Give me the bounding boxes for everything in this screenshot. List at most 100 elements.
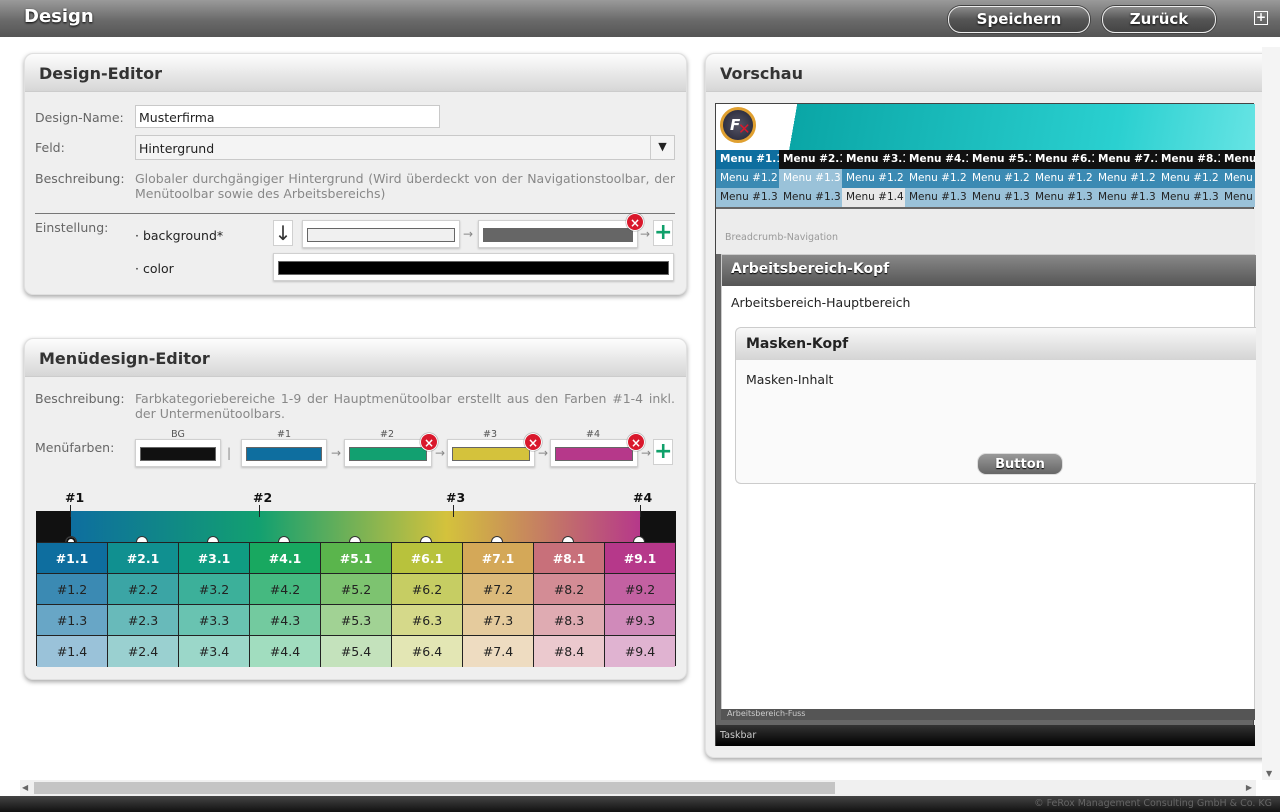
color-cell[interactable]: #2.2 [108, 574, 179, 605]
preview-menu-item[interactable]: Menu #1.2 [1031, 169, 1094, 188]
setting-label: Einstellung: [35, 220, 109, 235]
preview-menu-item[interactable]: Menu #5.1 [968, 150, 1031, 169]
menu-color-1[interactable] [241, 439, 327, 467]
preview-menu-item[interactable]: Menu #1.2 [842, 169, 905, 188]
menu-color-2[interactable] [344, 439, 432, 467]
preview-button[interactable]: Button [977, 453, 1063, 475]
preview-menu-item[interactable]: Menu #1.2 [905, 169, 968, 188]
color-cell[interactable]: #8.4 [534, 636, 605, 667]
preview-menu-item[interactable]: Menu #6.1 [1031, 150, 1094, 169]
add-color-icon[interactable]: + [653, 220, 673, 246]
color-cell[interactable]: #7.4 [463, 636, 534, 667]
preview-menu-item[interactable]: Menu #1.2 [968, 169, 1031, 188]
save-button[interactable]: Speichern [948, 6, 1090, 33]
color-cell[interactable]: #5.1 [321, 543, 392, 574]
color-cell[interactable]: #1.4 [37, 636, 108, 667]
color-cell[interactable]: #7.3 [463, 605, 534, 636]
preview-menu-item[interactable]: Menu #1.2 [716, 169, 779, 188]
color-cell[interactable]: #2.3 [108, 605, 179, 636]
vertical-scrollbar[interactable]: ▼ [1262, 47, 1280, 780]
marker-1[interactable]: #1 [65, 490, 84, 505]
color-cell[interactable]: #2.4 [108, 636, 179, 667]
scroll-right-icon[interactable]: ▶ [1246, 783, 1252, 792]
menu-desc-label: Beschreibung: [35, 391, 125, 406]
divider [35, 213, 675, 214]
color-cell[interactable]: #5.4 [321, 636, 392, 667]
color-cell[interactable]: #2.1 [108, 543, 179, 574]
color-cell[interactable]: #9.2 [605, 574, 675, 605]
design-name-input[interactable]: Musterfirma [135, 105, 440, 128]
menu-color-4[interactable] [550, 439, 638, 467]
color-cell[interactable]: #7.2 [463, 574, 534, 605]
preview-menu-item[interactable]: Menu #1.2 [1157, 169, 1220, 188]
color-cell[interactable]: #4.4 [250, 636, 321, 667]
background-color-2[interactable] [478, 220, 638, 248]
preview-menu-item[interactable]: Menu #1.3 [779, 188, 842, 207]
preview-menu-item[interactable]: Menu #1.2 [1094, 169, 1157, 188]
color-cell[interactable]: #9.4 [605, 636, 675, 667]
scroll-left-icon[interactable]: ◀ [22, 783, 28, 792]
color-cell[interactable]: #6.1 [392, 543, 463, 574]
preview-menu-item[interactable]: Menu #1.3 [968, 188, 1031, 207]
marker-2[interactable]: #2 [253, 490, 272, 505]
preview-menu-item[interactable]: Menu #4.1 [905, 150, 968, 169]
color-cell[interactable]: #6.4 [392, 636, 463, 667]
back-button[interactable]: Zurück [1102, 6, 1216, 33]
color-cell[interactable]: #3.4 [179, 636, 250, 667]
preview-menu-item[interactable]: Menu [1220, 150, 1255, 169]
preview-menu-item[interactable]: Menu [1220, 169, 1255, 188]
preview-menu-item[interactable]: Menu #2.1 [779, 150, 842, 169]
scrollbar-thumb[interactable] [34, 782, 835, 794]
preview-menu-item[interactable]: Menu #1.1 [716, 150, 779, 169]
color-cell[interactable]: #1.2 [37, 574, 108, 605]
prop-color-label: · color [135, 261, 174, 276]
preview-menu-item[interactable]: Menu #1.3 [1031, 188, 1094, 207]
marker-3[interactable]: #3 [446, 490, 465, 505]
preview-menu-item[interactable]: Menu [1220, 188, 1255, 207]
color-cell[interactable]: #8.3 [534, 605, 605, 636]
scroll-down-icon[interactable]: ▼ [1266, 769, 1272, 778]
text-color[interactable] [273, 253, 674, 281]
color-cell[interactable]: #8.1 [534, 543, 605, 574]
horizontal-scrollbar[interactable]: ◀ ▶ [20, 780, 1256, 796]
preview-menu-item[interactable]: Menu #7.1 [1094, 150, 1157, 169]
preview-menu-item[interactable]: Menu #1.4 [842, 188, 905, 207]
preview-menu-item[interactable]: Menu #3.1 [842, 150, 905, 169]
color-cell[interactable]: #1.1 [37, 543, 108, 574]
color-cell[interactable]: #5.2 [321, 574, 392, 605]
marker-4[interactable]: #4 [633, 490, 652, 505]
color-cell[interactable]: #3.1 [179, 543, 250, 574]
maximize-icon[interactable]: + [1254, 11, 1268, 25]
color-cell[interactable]: #3.2 [179, 574, 250, 605]
add-color-icon[interactable]: + [653, 439, 673, 465]
app-title: Design [24, 6, 94, 27]
color-cell[interactable]: #1.3 [37, 605, 108, 636]
color-cell[interactable]: #8.2 [534, 574, 605, 605]
breadcrumb[interactable]: Breadcrumb-Navigation [725, 232, 838, 243]
color-cell[interactable]: #6.3 [392, 605, 463, 636]
preview-menu-item[interactable]: Menu #1.3 [905, 188, 968, 207]
color-cell[interactable]: #9.3 [605, 605, 675, 636]
field-select[interactable]: Hintergrund ▼ [135, 135, 675, 160]
preview-menu-item[interactable]: Menu #1.3 [716, 188, 779, 207]
color-grid: #1.1 #2.1 #3.1 #4.1 #5.1 #6.1 #7.1 #8.1 #9.1 #1.2… [36, 542, 676, 667]
color-cell[interactable]: #6.2 [392, 574, 463, 605]
color-cell[interactable]: #7.1 [463, 543, 534, 574]
menu-color-3[interactable] [447, 439, 535, 467]
color-cell[interactable]: #4.3 [250, 605, 321, 636]
color-cell[interactable]: #9.1 [605, 543, 675, 574]
background-color-1[interactable] [302, 220, 460, 248]
preview-menu-item[interactable]: Menu #1.3 [1157, 188, 1220, 207]
color-swatch [140, 447, 216, 461]
preview-menu-item[interactable]: Menu #1.3 [1094, 188, 1157, 207]
color-cell[interactable]: #3.3 [179, 605, 250, 636]
chevron-down-icon[interactable]: ▼ [650, 136, 674, 159]
preview-menu-item[interactable]: Menu #8.1 [1157, 150, 1220, 169]
menu-color-bg[interactable] [135, 439, 221, 467]
design-desc-label: Beschreibung: [35, 171, 125, 186]
arrow-down-icon[interactable]: ↓ [273, 220, 293, 246]
color-cell[interactable]: #4.2 [250, 574, 321, 605]
color-cell[interactable]: #5.3 [321, 605, 392, 636]
preview-menu-item[interactable]: Menu #1.3 [779, 169, 842, 188]
color-cell[interactable]: #4.1 [250, 543, 321, 574]
